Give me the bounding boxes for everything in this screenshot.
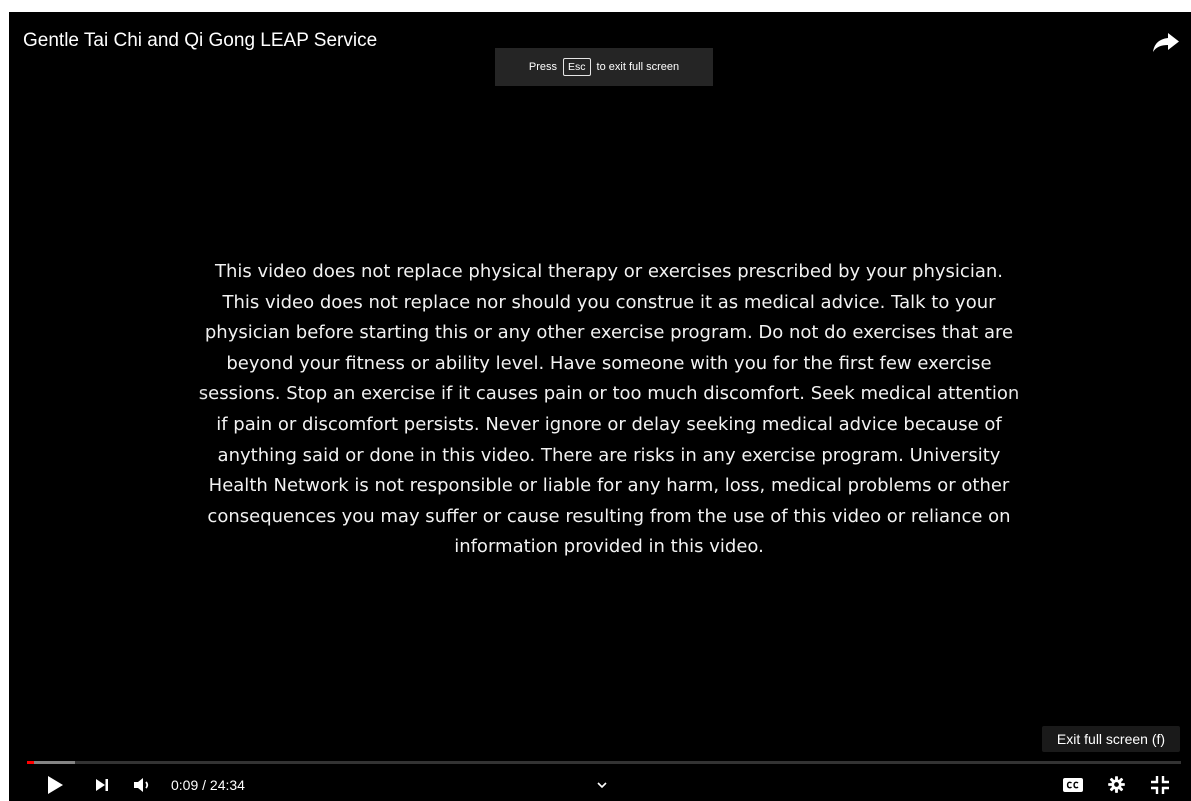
disclaimer-line: Health Network is not responsible or lia… xyxy=(208,475,1010,497)
captions-button[interactable] xyxy=(1059,768,1087,801)
time-display: 0:09 / 24:34 xyxy=(171,768,245,801)
next-button[interactable] xyxy=(89,768,115,801)
more-videos-toggle[interactable] xyxy=(592,768,612,801)
share-button[interactable] xyxy=(1151,28,1181,56)
mute-button[interactable] xyxy=(129,768,155,801)
controls-bar: 0:09 / 24:34 xyxy=(9,768,1191,801)
video-title[interactable]: Gentle Tai Chi and Qi Gong LEAP Service xyxy=(23,30,377,52)
duration: 24:34 xyxy=(209,776,245,793)
disclaimer-line: information provided in this video. xyxy=(454,536,764,558)
esc-key-badge: Esc xyxy=(563,58,591,76)
exit-fullscreen-button[interactable] xyxy=(1146,768,1174,801)
settings-gear-icon xyxy=(1107,776,1125,793)
play-icon xyxy=(48,775,63,794)
disclaimer-line: physician before starting this or any ot… xyxy=(204,322,1014,344)
captions-icon xyxy=(1063,777,1083,792)
fullscreen-notice-suffix: to exit full screen xyxy=(596,61,680,73)
progress-bar[interactable] xyxy=(27,761,1181,764)
fullscreen-notice: Press Esc to exit full screen xyxy=(495,48,713,86)
video-player[interactable]: Gentle Tai Chi and Qi Gong LEAP Service … xyxy=(9,12,1191,801)
disclaimer-line: consequences you may suffer or cause res… xyxy=(207,505,1011,527)
share-arrow-icon xyxy=(1153,33,1179,52)
disclaimer-line: This video does not replace physical the… xyxy=(215,261,1003,282)
disclaimer-line: sessions. Stop an exercise if it causes … xyxy=(198,383,1020,405)
current-time: 0:09 xyxy=(171,776,199,793)
play-button[interactable] xyxy=(41,768,69,801)
progress-played xyxy=(27,761,34,764)
fullscreen-notice-prefix: Press xyxy=(528,61,558,73)
chevron-down-icon xyxy=(597,781,607,788)
disclaimer-line: if pain or discomfort persists. Never ig… xyxy=(216,413,1002,435)
disclaimer-line: anything said or done in this video. The… xyxy=(217,444,1001,466)
progress-buffered xyxy=(27,761,76,764)
exit-fullscreen-icon xyxy=(1151,775,1169,794)
disclaimer-line: beyond your fitness or ability level. Ha… xyxy=(226,352,992,374)
time-separator: / xyxy=(198,776,210,793)
disclaimer-line: This video does not replace nor should y… xyxy=(222,291,996,313)
settings-button[interactable] xyxy=(1102,768,1130,801)
exit-fullscreen-tooltip: Exit full screen (f) xyxy=(1042,726,1180,752)
next-icon xyxy=(96,778,108,791)
disclaimer-text: This video does not replace physical the… xyxy=(109,257,1109,563)
volume-icon xyxy=(134,777,149,792)
